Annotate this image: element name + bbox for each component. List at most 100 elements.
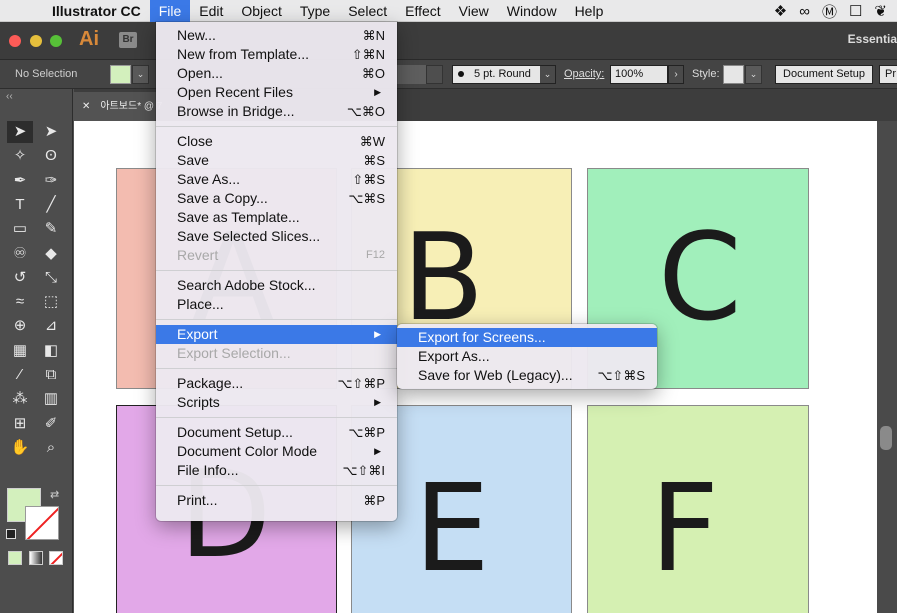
menu-item-export-as[interactable]: Export As... (397, 347, 657, 366)
rotate-tool-icon[interactable]: ↺ (7, 267, 33, 289)
shape-builder-tool-icon[interactable]: ⊕ (7, 315, 33, 337)
menu-object[interactable]: Object (232, 0, 290, 22)
menu-file[interactable]: File (149, 0, 191, 22)
type-tool-icon[interactable]: T (7, 194, 33, 216)
magic-wand-tool-icon[interactable]: ✧ (7, 145, 33, 167)
eraser-tool-icon[interactable]: ◆ (38, 243, 64, 265)
color-mode-button[interactable] (8, 551, 22, 565)
none-mode-button[interactable] (49, 551, 63, 565)
menu-item-label: Package... (177, 375, 244, 391)
shaper-tool-icon[interactable]: ♾ (7, 243, 33, 265)
menu-help[interactable]: Help (566, 0, 613, 22)
gradient-mode-button[interactable] (29, 551, 43, 565)
perspective-grid-tool-icon[interactable]: ⊿ (38, 315, 64, 337)
creative-cloud-icon[interactable]: ∞ (799, 3, 810, 20)
menu-app-name[interactable]: Illustrator CC (34, 0, 150, 22)
opacity-arrow-button[interactable]: › (668, 65, 684, 84)
blend-tool-icon[interactable]: ⧉ (38, 364, 64, 386)
menu-item-save-for-web-legacy[interactable]: Save for Web (Legacy)... ⌥⇧⌘S (397, 366, 657, 385)
menu-item-new[interactable]: New... ⌘N (156, 26, 397, 45)
column-graph-tool-icon[interactable]: ▥ (38, 388, 64, 410)
menu-item-save-as[interactable]: Save As... ⇧⌘S (156, 170, 397, 189)
menu-item-save-selected-slices[interactable]: Save Selected Slices... (156, 227, 397, 246)
eyedropper-tool-icon[interactable]: ⁄ (7, 364, 33, 386)
style-dropdown-arrow[interactable]: ⌄ (745, 65, 762, 84)
menu-item-package[interactable]: Package... ⌥⇧⌘P (156, 374, 397, 393)
gradient-tool-icon[interactable]: ◧ (38, 340, 64, 362)
menu-effect[interactable]: Effect (396, 0, 450, 22)
close-tab-icon[interactable]: ✕ (82, 101, 90, 112)
document-tab[interactable]: ✕ 아트보드* @ 7 (74, 92, 164, 121)
menu-item-place[interactable]: Place... (156, 295, 397, 314)
menu-item-close[interactable]: Close ⌘W (156, 132, 397, 151)
lasso-tool-icon[interactable]: ʘ (38, 145, 64, 167)
menu-item-file-info[interactable]: File Info... ⌥⇧⌘I (156, 461, 397, 480)
stroke-color-box[interactable] (25, 506, 59, 540)
vertical-scrollbar[interactable] (877, 121, 897, 613)
malwarebytes-icon[interactable]: Ⓜ (822, 1, 837, 22)
menu-item-print[interactable]: Print... ⌘P (156, 491, 397, 510)
menu-item-browse-in-bridge[interactable]: Browse in Bridge... ⌥⌘O (156, 102, 397, 121)
pen-tool-icon[interactable]: ✒ (7, 170, 33, 192)
square-icon[interactable]: ☐ (849, 2, 862, 20)
width-tool-icon[interactable]: ≈ (7, 291, 33, 313)
document-setup-button[interactable]: Document Setup (775, 65, 873, 84)
menu-item-save-a-copy[interactable]: Save a Copy... ⌥⌘S (156, 189, 397, 208)
evernote-icon[interactable]: ❦ (874, 2, 887, 20)
mac-menu-bar: Illustrator CC File Edit Object Type Sel… (0, 0, 897, 22)
collapse-panel-icon[interactable]: ‹‹ (6, 91, 13, 102)
menu-select[interactable]: Select (339, 0, 396, 22)
swap-fill-stroke-icon[interactable]: ⇄ (50, 488, 59, 501)
menu-item-revert: Revert F12 (156, 246, 397, 265)
menu-item-open-recent-files[interactable]: Open Recent Files ▶ (156, 83, 397, 102)
slice-tool-icon[interactable]: ✐ (38, 413, 64, 435)
bridge-button[interactable]: Br (119, 32, 137, 48)
window-close-button[interactable] (9, 35, 21, 47)
artboard-tool-icon[interactable]: ⊞ (7, 413, 33, 435)
scrollbar-thumb[interactable] (880, 426, 892, 450)
workspace-switcher[interactable]: Essentia (848, 32, 897, 46)
opacity-input[interactable]: 100% (610, 65, 668, 84)
fill-dropdown-arrow[interactable]: ⌄ (132, 65, 149, 84)
menu-window[interactable]: Window (498, 0, 566, 22)
rectangle-tool-icon[interactable]: ▭ (7, 218, 33, 240)
menu-item-save-as-template[interactable]: Save as Template... (156, 208, 397, 227)
menu-item-save[interactable]: Save ⌘S (156, 151, 397, 170)
artboard-f[interactable]: F (587, 405, 809, 613)
menu-view[interactable]: View (450, 0, 498, 22)
menu-item-shortcut: ⌘O (361, 66, 385, 81)
selection-tool-icon[interactable]: ➤ (7, 121, 33, 143)
window-minimize-button[interactable] (30, 35, 42, 47)
menu-item-export[interactable]: Export ▶ (156, 325, 397, 344)
preferences-button[interactable]: Pr (879, 65, 897, 84)
brush-definition-dropdown[interactable]: 5 pt. Round ⌄ (452, 65, 556, 84)
opacity-label[interactable]: Opacity: (564, 60, 604, 89)
hand-tool-icon[interactable]: ✋ (7, 437, 33, 459)
menu-item-scripts[interactable]: Scripts ▶ (156, 393, 397, 412)
curvature-tool-icon[interactable]: ✑ (38, 170, 64, 192)
menu-item-new-from-template[interactable]: New from Template... ⇧⌘N (156, 45, 397, 64)
symbol-sprayer-tool-icon[interactable]: ⁂ (7, 388, 33, 410)
mesh-tool-icon[interactable]: ▦ (7, 340, 33, 362)
menu-item-label: Save As... (177, 171, 241, 187)
line-segment-tool-icon[interactable]: ╱ (38, 194, 64, 216)
window-maximize-button[interactable] (50, 35, 62, 47)
menu-item-document-color-mode[interactable]: Document Color Mode ▶ (156, 442, 397, 461)
graphic-style-swatch[interactable] (723, 65, 744, 84)
menu-type[interactable]: Type (291, 0, 339, 22)
menu-edit[interactable]: Edit (190, 0, 232, 22)
zoom-tool-icon[interactable]: ⌕ (38, 437, 64, 459)
menu-item-export-for-screens[interactable]: Export for Screens... (397, 328, 657, 347)
default-fill-stroke-icon[interactable] (6, 529, 16, 539)
artboard-letter: E (414, 460, 490, 599)
dropbox-icon[interactable]: ❖ (774, 2, 787, 20)
stroke-dropdown-arrow[interactable] (426, 65, 443, 84)
menu-item-open[interactable]: Open... ⌘O (156, 64, 397, 83)
scale-tool-icon[interactable]: ⤡ (38, 267, 64, 289)
menu-item-search-adobe-stock[interactable]: Search Adobe Stock... (156, 276, 397, 295)
menu-item-document-setup[interactable]: Document Setup... ⌥⌘P (156, 423, 397, 442)
direct-selection-tool-icon[interactable]: ➤ (38, 121, 64, 143)
fill-color-swatch[interactable] (110, 65, 131, 84)
paintbrush-tool-icon[interactable]: ✎ (38, 218, 64, 240)
free-transform-tool-icon[interactable]: ⬚ (38, 291, 64, 313)
